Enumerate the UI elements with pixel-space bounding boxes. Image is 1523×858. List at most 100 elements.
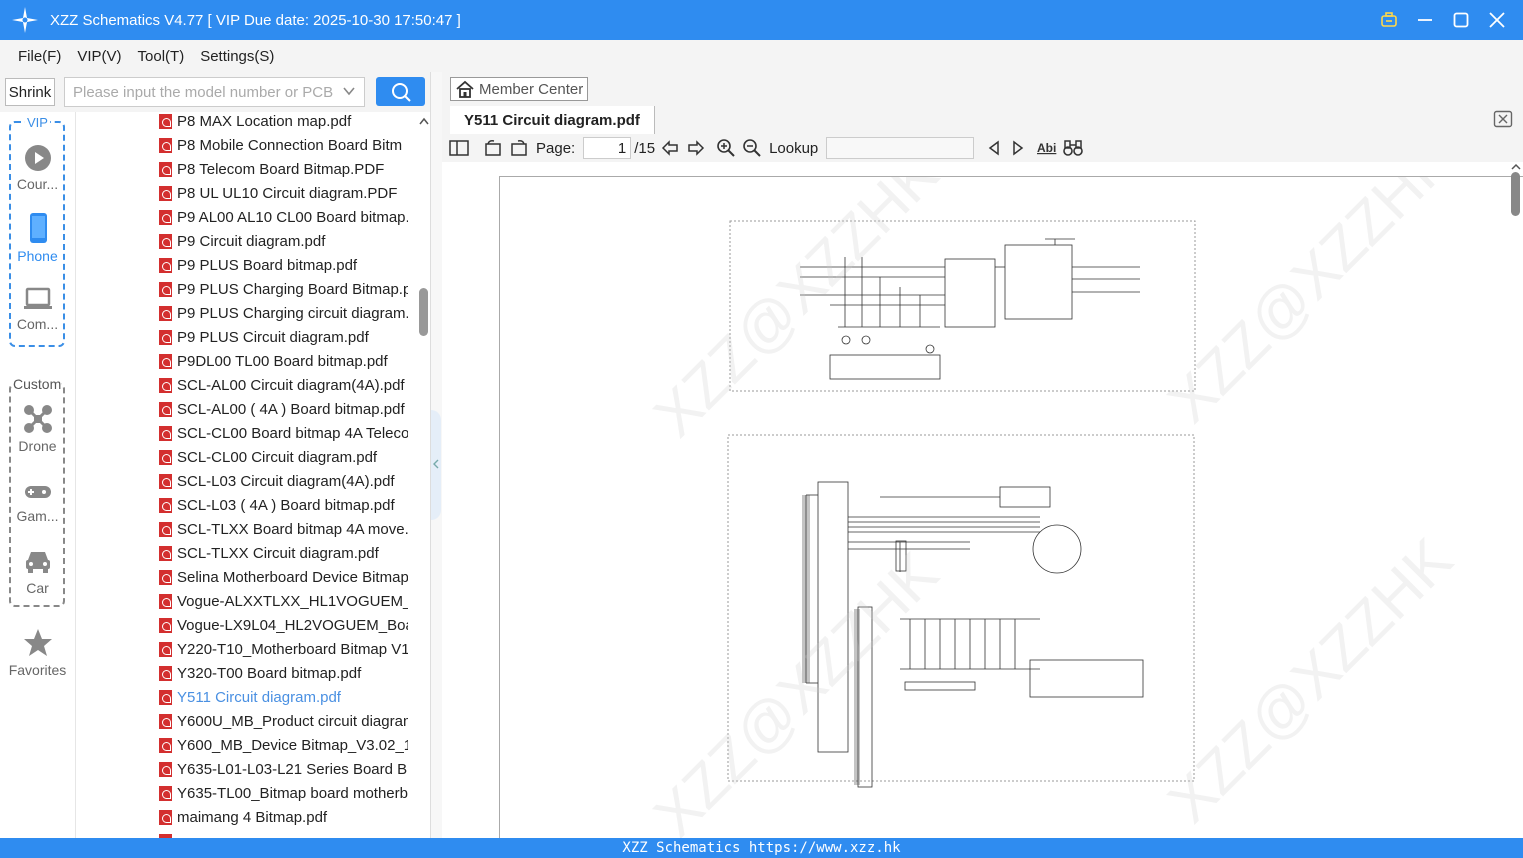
menu-tool[interactable]: Tool(T) (138, 48, 185, 65)
file-list-item[interactable]: P8 UL UL10 Circuit diagram.PDF (76, 181, 408, 205)
find-previous-icon[interactable] (986, 136, 1002, 160)
file-name: P8 Mobile Connection Board Bitm (177, 136, 403, 154)
file-name: SCL-L03 ( 4A ) Board bitmap.pdf (177, 496, 395, 514)
file-list-item[interactable]: Y635-TL00_Bitmap board motherb (76, 781, 408, 805)
watermark-2: XZZ@XZZHK (1155, 177, 1465, 435)
pdf-file-icon (159, 281, 172, 297)
file-list-item[interactable]: SCL-TLXX Circuit diagram.pdf (76, 541, 408, 565)
shrink-button[interactable]: Shrink (5, 78, 55, 106)
find-next-icon[interactable] (1010, 136, 1026, 160)
file-list-item[interactable]: SCL-CL00 Circuit diagram.pdf (76, 445, 408, 469)
collapse-handle[interactable] (431, 410, 441, 520)
pdf-file-icon (159, 641, 172, 657)
file-name: Vogue-ALXXTLXX_HL1VOGUEM_Bo (177, 592, 408, 610)
close-icon[interactable] (1485, 8, 1509, 32)
file-list-item[interactable]: P8 MAX Location map.pdf (76, 112, 408, 133)
member-bar: Member Center (442, 72, 1523, 106)
search-input[interactable]: Please input the model number or PCB (64, 77, 365, 107)
file-list-item[interactable]: SCL-AL00 ( 4A ) Board bitmap.pdf (76, 397, 408, 421)
scroll-up-icon[interactable] (418, 116, 430, 126)
file-name: Y511 Circuit diagram.pdf (177, 688, 341, 706)
file-list-item[interactable]: Y511 Circuit diagram.pdf (76, 685, 408, 709)
file-list-item[interactable]: SCL-L03 Circuit diagram(4A).pdf (76, 469, 408, 493)
rotate-right-icon[interactable] (508, 136, 530, 160)
sidebar-item-computer[interactable]: Com... (0, 286, 75, 332)
file-list-item[interactable]: Y635-L01-L03-L21 Series Board Bitr (76, 757, 408, 781)
file-list-scrollbar[interactable] (419, 288, 428, 336)
toggle-sidebar-icon[interactable] (448, 136, 470, 160)
sidebar-item-phone[interactable]: Phone (0, 212, 75, 264)
file-list-item[interactable]: SCL-TLXX Board bitmap 4A move.p (76, 517, 408, 541)
file-name: P8 UL UL10 Circuit diagram.PDF (177, 184, 398, 202)
pdf-scrollbar[interactable] (1511, 172, 1520, 216)
minimize-icon[interactable] (1413, 8, 1437, 32)
menu-file[interactable]: File(F) (18, 48, 61, 65)
file-list-item[interactable]: P9 PLUS Charging Board Bitmap.pd (76, 277, 408, 301)
file-list-item[interactable]: Y220-T10_Motherboard Bitmap V1 (76, 637, 408, 661)
menu-settings[interactable]: Settings(S) (200, 48, 274, 65)
file-list-item[interactable]: P9 AL00 AL10 CL00 Board bitmap.p (76, 205, 408, 229)
menu-bar: File(F) VIP(V) Tool(T) Settings(S) (0, 40, 1523, 72)
pdf-file-icon (159, 233, 172, 249)
sidebar-item-game[interactable]: Gam... (0, 480, 75, 524)
pdf-page: XZZ@XZZHK XZZ@XZZHK XZZ@XZZHK XZZ@XZZHK (486, 162, 1523, 838)
phone-icon (29, 213, 47, 243)
menu-vip[interactable]: VIP(V) (77, 48, 121, 65)
file-list-item[interactable]: P9 Circuit diagram.pdf (76, 229, 408, 253)
next-page-icon[interactable] (685, 136, 707, 160)
file-list-item[interactable]: P9 PLUS Charging circuit diagram.p (76, 301, 408, 325)
file-list-item[interactable]: Vogue-LX9L04_HL2VOGUEM_Boar (76, 613, 408, 637)
file-list-item[interactable]: SCL-AL00 Circuit diagram(4A).pdf (76, 373, 408, 397)
file-name: SCL-TLXX Circuit diagram.pdf (177, 544, 379, 562)
vip-badge-icon[interactable] (1377, 8, 1401, 32)
file-list-item[interactable]: P9 PLUS Circuit diagram.pdf (76, 325, 408, 349)
file-list-item[interactable]: P8 Telecom Board Bitmap.PDF (76, 157, 408, 181)
pdf-file-icon (159, 785, 172, 801)
pdf-file-icon (159, 809, 172, 825)
pdf-scroll-up-icon[interactable] (1510, 163, 1522, 171)
panel-splitter[interactable] (430, 72, 442, 838)
sidebar-item-label: Cour... (16, 176, 59, 192)
previous-page-icon[interactable] (659, 136, 681, 160)
sidebar-item-car[interactable]: Car (0, 546, 75, 596)
chevron-down-icon[interactable] (342, 84, 356, 98)
file-list-item[interactable]: P9 PLUS Board bitmap.pdf (76, 253, 408, 277)
svg-text:Abi: Abi (1037, 141, 1056, 155)
file-list-item[interactable]: SCL-L03 ( 4A ) Board bitmap.pdf (76, 493, 408, 517)
file-name: P9DL00 TL00 Board bitmap.pdf (177, 352, 388, 370)
zoom-out-icon[interactable] (741, 136, 763, 160)
sidebar-item-favorites[interactable]: Favorites (0, 628, 75, 678)
pdf-viewer[interactable]: XZZ@XZZHK XZZ@XZZHK XZZ@XZZHK XZZ@XZZHK (442, 162, 1523, 838)
file-list-item[interactable]: P8 Mobile Connection Board Bitm (76, 133, 408, 157)
pdf-file-icon (159, 137, 172, 153)
maximize-icon[interactable] (1449, 8, 1473, 32)
sidebar-item-course[interactable]: Cour... (0, 144, 75, 192)
match-case-icon[interactable]: Abi (1036, 136, 1058, 160)
sidebar-item-drone[interactable]: Drone (0, 404, 75, 454)
file-name: maimang 4 Bitmap.pdf (177, 808, 328, 826)
close-tab-icon[interactable] (1493, 110, 1513, 128)
file-name: SCL-CL00 Board bitmap 4A Telecor (177, 424, 408, 442)
file-list-item[interactable]: Vogue-ALXXTLXX_HL1VOGUEM_Bo (76, 589, 408, 613)
binoculars-icon[interactable] (1062, 136, 1084, 160)
file-list-item[interactable]: Y600U_MB_Product circuit diagram (76, 709, 408, 733)
pdf-file-icon (159, 305, 172, 321)
zoom-in-icon[interactable] (715, 136, 737, 160)
file-list-item[interactable]: Y600_MB_Device Bitmap_V3.02_13 (76, 733, 408, 757)
file-list-item[interactable]: SCL-CL00 Board bitmap 4A Telecor (76, 421, 408, 445)
file-list-item-partial[interactable] (76, 829, 408, 838)
lookup-input[interactable] (826, 137, 975, 159)
vip-label: VIP (25, 115, 50, 130)
tab-y511-circuit[interactable]: Y511 Circuit diagram.pdf (450, 106, 655, 134)
file-list-item[interactable]: Selina Motherboard Device Bitmap (76, 565, 408, 589)
sidebar-item-label: Car (26, 580, 49, 596)
member-center-button[interactable]: Member Center (450, 77, 588, 101)
file-list-item[interactable]: Y320-T00 Board bitmap.pdf (76, 661, 408, 685)
pdf-file-icon (159, 161, 172, 177)
file-name: P9 PLUS Circuit diagram.pdf (177, 328, 369, 346)
file-list-item[interactable]: P9DL00 TL00 Board bitmap.pdf (76, 349, 408, 373)
rotate-left-icon[interactable] (482, 136, 504, 160)
search-button[interactable] (376, 77, 425, 106)
page-number-input[interactable]: 1 (583, 137, 632, 159)
file-list-item[interactable]: maimang 4 Bitmap.pdf (76, 805, 408, 829)
